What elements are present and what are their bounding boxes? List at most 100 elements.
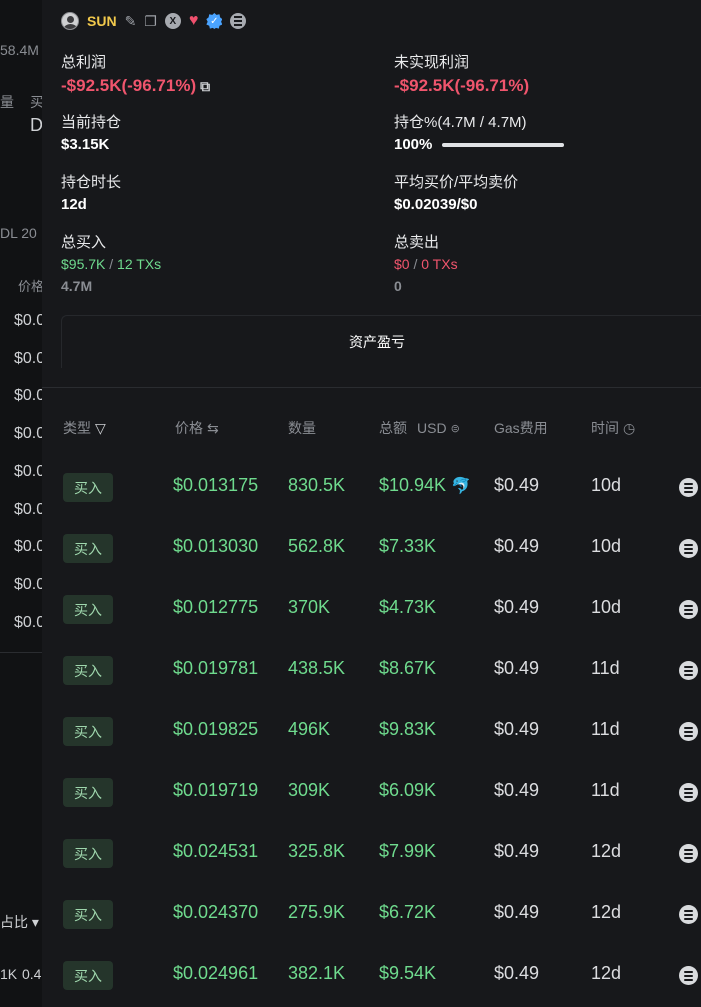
stat-label: 未实现利润 [394, 54, 470, 71]
filter-icon[interactable]: ▽ [95, 420, 106, 437]
type-badge-buy: 买入 [63, 473, 113, 502]
bg-price-row: $0.0 [14, 538, 42, 556]
time-cell: 11d [591, 719, 620, 739]
swap-icon[interactable]: ⇆ [207, 420, 219, 437]
total-sell-line: $0 / 0 TXs [394, 256, 458, 272]
row-menu-icon[interactable] [679, 539, 698, 558]
price-cell: $0.024370 [173, 902, 259, 922]
bg-label-ratio[interactable]: 占比 ▾ [0, 912, 39, 932]
col-gas-label: Gas费用 [494, 420, 548, 436]
table-row[interactable]: 买入 $0.019719 309K $6.09K $0.49 11d [42, 762, 701, 823]
stat-total-sell: 总卖出 $0 / 0 TXs 0 [394, 231, 458, 294]
row-menu-icon[interactable] [679, 783, 698, 802]
row-menu-icon[interactable] [679, 600, 698, 619]
total-cell: $9.83K [379, 719, 436, 740]
total-profit-value: -$92.5K(-96.71%) [61, 76, 197, 95]
menu-lines-icon[interactable] [230, 13, 247, 29]
bg-price-row: $0.0 [14, 500, 42, 518]
pnl-card: 资产盈亏 [61, 315, 701, 368]
stat-value: $3.15K [61, 136, 110, 153]
bg-label-1k: 1K [0, 966, 18, 982]
bg-price-row: $0.0 [14, 387, 42, 405]
holding-progress-bar [442, 143, 565, 148]
row-menu-icon[interactable] [679, 478, 698, 497]
dolphin-icon: 🐬 [451, 478, 471, 495]
time-cell: 11d [591, 780, 620, 800]
table-row[interactable]: 买入 $0.012775 370K $4.73K $0.49 10d [42, 579, 701, 640]
col-header-time[interactable]: 时间 ◷ [591, 418, 635, 438]
total-value: $10.94K [379, 475, 447, 495]
stat-total-buy: 总买入 $95.7K / 12 TXs 4.7M [61, 231, 161, 294]
time-cell: 12d [591, 902, 622, 922]
bg-price-row: $0.0 [14, 575, 42, 593]
col-usd-label[interactable]: USD [417, 420, 447, 436]
quantity-cell: 325.8K [288, 841, 346, 861]
holding-progress-fill [442, 143, 565, 148]
total-buy-amount: $95.7K [61, 256, 106, 272]
stat-label: 总卖出 [394, 234, 440, 251]
stat-value: -$92.5K(-96.71%) [394, 76, 530, 95]
gas-cell: $0.49 [494, 902, 540, 922]
section-divider [42, 387, 701, 388]
stat-current-holdings: 当前持仓 $3.15K [61, 111, 121, 153]
gas-cell: $0.49 [494, 780, 540, 800]
total-cell: $7.99K [379, 841, 436, 862]
stat-avg-price: 平均买价/平均卖价 $0.02039/$0 [394, 171, 518, 213]
type-badge-buy: 买入 [63, 778, 113, 807]
total-value: $6.72K [379, 902, 437, 922]
clock-icon[interactable]: ◷ [623, 420, 635, 437]
stat-total-profit: 总利润 -$92.5K(-96.71%) ⧉ [61, 51, 210, 96]
row-menu-icon[interactable] [679, 905, 698, 924]
heart-icon[interactable]: ♥ [189, 12, 199, 30]
table-row[interactable]: 买入 $0.024961 382.1K $9.54K $0.49 12d [42, 945, 701, 1006]
avatar[interactable] [61, 12, 79, 30]
price-cell: $0.013030 [173, 536, 259, 556]
gas-cell: $0.49 [494, 475, 540, 495]
quantity-cell: 438.5K [288, 658, 346, 678]
type-badge-buy: 买入 [63, 961, 113, 990]
table-row[interactable]: 买入 $0.019781 438.5K $8.67K $0.49 11d [42, 640, 701, 701]
holding-pct-value: 100% [394, 136, 433, 153]
tab-asset-pnl[interactable]: 资产盈亏 [62, 332, 701, 352]
total-sell-tokens: 0 [394, 278, 402, 294]
currency-toggle-icon[interactable]: ⊜ [451, 422, 460, 435]
price-cell: $0.024531 [173, 841, 259, 861]
edit-icon[interactable]: ✎ [125, 14, 137, 28]
table-row[interactable]: 买入 $0.013175 830.5K $10.94K 🐬 $0.49 10d [42, 457, 701, 518]
row-menu-icon[interactable] [679, 722, 698, 741]
username[interactable]: SUN [87, 13, 117, 29]
total-sell-amount: $0 [394, 256, 410, 272]
external-link-icon[interactable]: ⧉ [200, 78, 210, 94]
row-menu-icon[interactable] [679, 844, 698, 863]
price-cell: $0.024961 [173, 963, 259, 983]
type-badge-buy: 买入 [63, 900, 113, 929]
col-header-price[interactable]: 价格 ⇆ [175, 418, 219, 438]
copy-icon[interactable]: ❐ [144, 14, 157, 28]
row-menu-icon[interactable] [679, 661, 698, 680]
col-header-total[interactable]: 总额 USD ⊜ [379, 418, 460, 438]
col-header-gas: Gas费用 [494, 418, 548, 438]
total-value: $9.83K [379, 719, 437, 739]
x-twitter-icon[interactable]: X [164, 13, 181, 29]
row-menu-icon[interactable] [679, 966, 698, 985]
bg-label-dl: DL 20 [0, 225, 37, 241]
bg-divider [0, 652, 42, 653]
col-type-label: 类型 [63, 420, 91, 436]
col-header-type[interactable]: 类型 ▽ [63, 418, 106, 438]
type-badge-buy: 买入 [63, 656, 113, 685]
table-row[interactable]: 买入 $0.024370 275.9K $6.72K $0.49 12d [42, 884, 701, 945]
gas-cell: $0.49 [494, 658, 540, 678]
table-row[interactable]: 买入 $0.024531 325.8K $7.99K $0.49 12d [42, 823, 701, 884]
quantity-cell: 309K [288, 780, 331, 800]
stat-value: $0.02039/$0 [394, 196, 478, 213]
bg-price-row: $0.0 [14, 613, 42, 631]
gas-cell: $0.49 [494, 963, 540, 983]
bg-price-row: $0.0 [14, 349, 42, 367]
stat-label: 平均买价/平均卖价 [394, 174, 519, 191]
table-row[interactable]: 买入 $0.013030 562.8K $7.33K $0.49 10d [42, 518, 701, 579]
col-price-label: 价格 [175, 420, 203, 436]
total-cell: $8.67K [379, 658, 436, 679]
table-row[interactable]: 买入 $0.019825 496K $9.83K $0.49 11d [42, 701, 701, 762]
total-value: $4.73K [379, 597, 437, 617]
total-buy-tokens: 4.7M [61, 278, 93, 294]
